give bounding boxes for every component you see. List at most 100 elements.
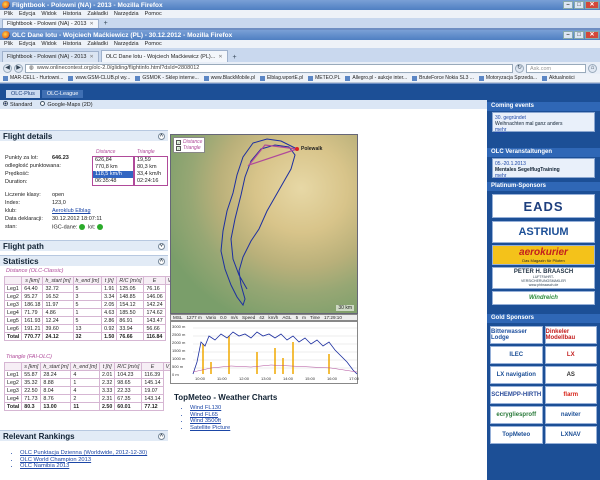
rankings-header[interactable]: Relevant Rankings ˄ — [0, 430, 168, 441]
astrium-logo[interactable]: ASTRIUM — [492, 221, 595, 243]
bookmark-item[interactable]: Allegro.pl - aukcje inter... — [345, 75, 407, 81]
menu-item[interactable]: Widok — [41, 11, 56, 17]
barogram-info-item: Vario — [205, 315, 217, 320]
statistics-header[interactable]: Statistics ˄ — [0, 255, 168, 266]
ranking-link[interactable]: OLC World Champion 2013 — [20, 457, 147, 463]
legend-triangle[interactable]: ✓ Triangle — [176, 145, 202, 151]
menu-item[interactable]: Plik — [4, 11, 13, 17]
windreich-logo[interactable]: Windreich — [492, 291, 595, 305]
menu-item[interactable]: Narzędzia — [114, 41, 139, 47]
back-icon[interactable]: ◀ — [3, 63, 12, 73]
outer-window-titlebar[interactable]: Flightbook - Polowni (NA) - 2013 - Mozil… — [0, 0, 600, 10]
checkbox-icon[interactable]: ✓ — [176, 139, 181, 145]
menu-item[interactable]: Plik — [4, 41, 13, 47]
gold-sponsor-logo[interactable]: ILEC — [490, 346, 543, 364]
gold-sponsor-logo[interactable]: flarm — [544, 386, 597, 404]
menu-item[interactable]: Zakładki — [87, 41, 107, 47]
minimize-icon[interactable]: – — [563, 31, 573, 39]
ranking-link[interactable]: OLC Namibia 2013 — [20, 463, 147, 469]
tab-close-icon[interactable]: ✕ — [218, 54, 222, 60]
url-text: www.onlinecontest.org/olc-2.0/gliding/fl… — [36, 65, 200, 71]
weather-link[interactable]: Wind 3500ft — [190, 418, 230, 424]
event-1-more-link[interactable]: mehr — [495, 127, 592, 133]
weather-link[interactable]: Wind FL130 — [190, 405, 230, 411]
collapse-icon[interactable]: ˄ — [158, 133, 165, 140]
ranking-link[interactable]: OLC Punktacja Dzienna (Worldwide, 2012-1… — [20, 450, 147, 456]
bookmark-item[interactable]: Elblag.wportE.pl — [259, 75, 303, 81]
gold-sponsor-logo[interactable]: LXNAV — [544, 426, 597, 444]
bookmark-item[interactable]: METEO.PL — [308, 75, 340, 81]
event-card-2[interactable]: 05.-20.1.2013 Mentales SegelflugTraining… — [492, 158, 595, 179]
menu-item[interactable]: Historia — [63, 41, 82, 47]
checkbox-icon[interactable]: ✓ — [176, 145, 181, 151]
bookmark-item[interactable]: www.GSM-CLUB.pl wy... — [68, 75, 130, 81]
close-icon[interactable]: ✕ — [585, 1, 599, 9]
home-icon[interactable]: ⌂ — [588, 63, 597, 73]
gold-sponsor-logo[interactable]: naviter — [544, 406, 597, 424]
bookmark-item[interactable]: www.BlackMobile.pl — [203, 75, 255, 81]
menu-item[interactable]: Pomoc — [145, 11, 162, 17]
bookmark-item[interactable]: BruteForce Nokia SL3 ... — [412, 75, 474, 81]
maximize-icon[interactable]: □ — [574, 1, 584, 9]
aerokurier-logo[interactable]: aerokurier Das Magazin für Piloten — [492, 245, 595, 265]
inner-window-titlebar[interactable]: OLC Dane lotu - Wojciech Maćkiewicz (PL)… — [0, 30, 600, 40]
minimize-icon[interactable]: – — [563, 1, 573, 9]
menu-item[interactable]: Pomoc — [145, 41, 162, 47]
maximize-icon[interactable]: □ — [574, 31, 584, 39]
gold-sponsor-logo[interactable]: Bitterwasser Lodge — [490, 326, 543, 344]
flight-map[interactable]: ✓ Distance ✓ Triangle Polewalk 30 km — [170, 134, 358, 314]
gold-sponsor-logo[interactable]: LX navigation — [490, 366, 543, 384]
tab-close-icon[interactable]: ✕ — [89, 54, 93, 60]
bookmark-item[interactable]: MAR-CELL - Hurtowni... — [3, 75, 63, 81]
radio-standard[interactable]: Standard — [3, 101, 32, 108]
outer-tab[interactable]: Flightbook - Polowni (NA) - 2013 ✕ — [2, 19, 99, 28]
menu-item[interactable]: Historia — [63, 11, 82, 17]
bookmark-item[interactable]: Motoryzacja Sprzeda... — [478, 75, 537, 81]
gold-sponsor-logo[interactable]: SCHEMPP-HIRTH — [490, 386, 543, 404]
gold-sponsor-logo[interactable]: Dinkeler Modellbau — [544, 326, 597, 344]
new-tab-icon[interactable]: + — [230, 54, 240, 62]
gold-sponsor-logo[interactable]: ecrygliesproff — [490, 406, 543, 424]
event-card-1[interactable]: 30. gegründet Weihnachten mal ganz ander… — [492, 112, 595, 133]
inner-tab-1[interactable]: Flightbook - Polowni (NA) - 2013 ✕ — [2, 51, 99, 62]
tab-olc-plus[interactable]: OLC-Plus — [6, 90, 40, 98]
flight-detail-label: Punkty za lot: — [5, 155, 39, 161]
menu-item[interactable]: Narzędzia — [114, 11, 139, 17]
braasch-logo[interactable]: PETER H. BRAASCH LUFTFAHRT- VERSICHERUNG… — [492, 267, 595, 289]
radio-dot-icon — [40, 101, 46, 106]
menu-item[interactable]: Edycja — [19, 41, 36, 47]
flight-path-header[interactable]: Flight path ˅ — [0, 240, 168, 251]
barogram[interactable]: 3000 m 2500 m 2000 m 1500 m 1000 m 500 m 0 m 1… — [170, 321, 359, 384]
menu-item[interactable]: Edycja — [19, 11, 36, 17]
new-tab-icon[interactable]: + — [101, 20, 111, 28]
menu-item[interactable]: Zakładki — [87, 11, 107, 17]
collapse-icon[interactable]: ˄ — [158, 258, 165, 265]
inner-tab-2[interactable]: OLC Dane lotu - Wojciech Maćkiewicz (PL)… — [100, 50, 228, 62]
bookmark-item[interactable]: Aktualności — [542, 75, 575, 81]
collapse-icon[interactable]: ˄ — [158, 433, 165, 440]
eads-logo[interactable]: EADS — [492, 194, 595, 218]
search-input[interactable]: Ask.com — [526, 63, 586, 73]
lot-ok-icon[interactable] — [96, 224, 103, 230]
menu-item[interactable]: Widok — [41, 41, 56, 47]
reload-icon[interactable]: ↻ — [515, 63, 524, 73]
table-cell: 39.60 — [42, 324, 74, 333]
tab-close-icon[interactable]: ✕ — [89, 21, 93, 27]
weather-link[interactable]: Satellite Picture — [190, 425, 230, 431]
weather-link[interactable]: Wind FL65 — [190, 412, 230, 418]
url-bar[interactable]: ◍ www.onlinecontest.org/olc-2.0/gliding/… — [25, 63, 513, 73]
bookmark-item[interactable]: GSMOK - Sklep interne... — [135, 75, 199, 81]
flight-details-header[interactable]: Flight details ˄ — [0, 130, 168, 141]
tab-olc-league[interactable]: OLC-League — [41, 90, 84, 98]
firefox-icon — [2, 1, 10, 9]
collapse-icon[interactable]: ˅ — [158, 243, 165, 250]
radio-google-maps[interactable]: Google-Maps (2D) — [40, 101, 93, 108]
gold-sponsor-logo[interactable]: TopMeteo — [490, 426, 543, 444]
close-icon[interactable]: ✕ — [585, 31, 599, 39]
forward-icon[interactable]: ▶ — [14, 63, 23, 73]
club-link[interactable]: Aeroklub Elblag — [52, 208, 91, 214]
gold-sponsor-logo[interactable]: LX — [544, 346, 597, 364]
gold-sponsor-logo[interactable]: AS — [544, 366, 597, 384]
event-2-more-link[interactable]: mehr — [495, 173, 592, 179]
igc-ok-icon[interactable] — [78, 224, 85, 230]
